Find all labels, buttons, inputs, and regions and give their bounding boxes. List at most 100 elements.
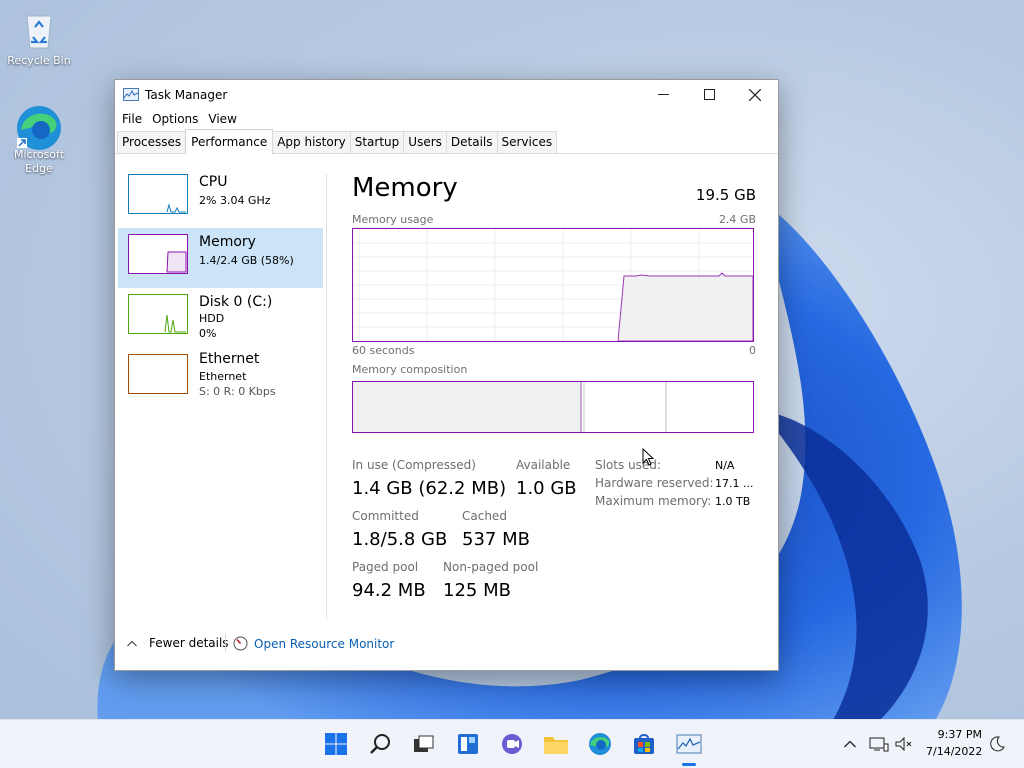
ethernet-title: Ethernet	[199, 351, 260, 367]
memory-composition-bar	[352, 381, 754, 433]
clock-date[interactable]: 7/14/2022	[926, 745, 982, 758]
window-title: Task Manager	[145, 87, 228, 102]
ethernet-name: Ethernet	[199, 370, 247, 383]
ethernet-thumbnail-graph	[128, 354, 188, 394]
tab-processes[interactable]: Processes	[117, 131, 187, 153]
task-manager-window: Task Manager File Options View Processes…	[114, 79, 779, 671]
microsoft-edge-shortcut[interactable]: Microsoft Edge	[4, 104, 74, 176]
chat-button[interactable]	[498, 730, 526, 758]
task-manager-icon	[123, 88, 139, 101]
file-explorer-button[interactable]	[542, 730, 570, 758]
page-title: Memory	[352, 173, 458, 203]
sidebar-item-memory[interactable]: Memory 1.4/2.4 GB (58%)	[118, 228, 323, 288]
axis-right-label: 0	[749, 344, 756, 357]
active-app-indicator	[682, 763, 696, 766]
folder-icon	[544, 737, 568, 754]
start-button[interactable]	[322, 730, 350, 758]
sidebar-item-ethernet[interactable]: Ethernet Ethernet S: 0 R: 0 Kbps	[118, 348, 323, 408]
chevron-up-icon	[844, 740, 856, 748]
sidebar-item-cpu[interactable]: CPU 2% 3.04 GHz	[118, 168, 323, 228]
taskbar: 9:37 PM 7/14/2022	[0, 719, 1024, 768]
memory-total: 19.5 GB	[695, 186, 756, 204]
tab-bar: Processes Performance App history Startu…	[115, 129, 778, 154]
maximize-icon	[703, 89, 715, 100]
recycle-bin-image	[19, 10, 59, 50]
slots-value: N/A	[715, 459, 735, 472]
task-view-icon	[414, 735, 434, 752]
chevron-up-icon	[127, 640, 137, 646]
recycle-bin-label: Recycle Bin	[7, 54, 71, 67]
ethernet-throughput: S: 0 R: 0 Kbps	[199, 385, 276, 398]
cpu-thumbnail-graph	[128, 174, 188, 214]
menu-file[interactable]: File	[121, 112, 148, 126]
task-view-button[interactable]	[410, 730, 438, 758]
task-manager-taskbar-button[interactable]	[674, 730, 704, 758]
sidebar-item-disk[interactable]: Disk 0 (C:) HDD 0%	[118, 288, 323, 348]
axis-left-label: 60 seconds	[352, 344, 415, 357]
maximum-memory-label: Maximum memory:	[595, 494, 712, 508]
widgets-button[interactable]	[454, 730, 482, 758]
window-footer: Fewer details Open Resource Monitor	[115, 620, 778, 670]
memory-usage: 1.4/2.4 GB (58%)	[199, 254, 294, 267]
tab-users[interactable]: Users	[403, 131, 447, 153]
teams-chat-icon	[502, 734, 522, 754]
task-manager-icon	[676, 734, 702, 754]
edge-icon	[17, 104, 61, 150]
widgets-icon	[458, 734, 478, 754]
maximize-button[interactable]	[686, 80, 732, 109]
recycle-bin-icon[interactable]: Recycle Bin	[4, 10, 74, 68]
hardware-reserved-value: 17.1 ...	[715, 477, 754, 490]
moon-icon	[990, 736, 1005, 752]
menu-bar: File Options View	[115, 109, 778, 129]
fewer-details-button[interactable]: Fewer details	[127, 636, 229, 650]
open-resource-monitor-link[interactable]: Open Resource Monitor	[233, 636, 394, 651]
clock-time[interactable]: 9:37 PM	[926, 728, 982, 741]
close-icon	[749, 88, 761, 101]
tab-details[interactable]: Details	[445, 131, 498, 153]
volume-button[interactable]	[892, 730, 916, 758]
mouse-cursor-icon	[642, 448, 654, 466]
search-icon	[370, 734, 390, 754]
store-icon	[634, 734, 654, 754]
panel-divider	[326, 174, 327, 619]
cpu-usage: 2% 3.04 GHz	[199, 194, 271, 207]
performance-content: CPU 2% 3.04 GHz Memory 1.4/2.4 GB (58%) …	[115, 154, 778, 620]
edge-taskbar-button[interactable]	[586, 730, 614, 758]
in-use-label: In use (Compressed)	[352, 458, 476, 472]
windows-icon	[325, 733, 347, 755]
tab-services[interactable]: Services	[496, 131, 558, 153]
speaker-muted-icon	[895, 736, 912, 752]
footer-separator	[225, 634, 226, 652]
minimize-button[interactable]	[640, 80, 686, 109]
store-button[interactable]	[630, 730, 658, 758]
search-button[interactable]	[366, 730, 394, 758]
show-hidden-icons-button[interactable]	[838, 730, 862, 758]
paged-pool-label: Paged pool	[352, 560, 419, 574]
cpu-title: CPU	[199, 174, 228, 190]
network-icon	[869, 737, 889, 752]
network-status-button[interactable]	[866, 730, 892, 758]
available-value: 1.0 GB	[516, 478, 577, 499]
disk-type: HDD	[199, 312, 225, 325]
memory-usage-max: 2.4 GB	[718, 213, 756, 226]
tab-performance[interactable]: Performance	[185, 129, 274, 154]
fewer-details-label: Fewer details	[149, 636, 229, 650]
memory-usage-graph	[352, 228, 754, 342]
resource-monitor-icon	[233, 636, 248, 651]
paged-pool-value: 94.2 MB	[352, 580, 426, 601]
close-button[interactable]	[732, 80, 778, 109]
nonpaged-pool-label: Non-paged pool	[443, 560, 539, 574]
focus-assist-button[interactable]	[986, 730, 1008, 758]
nonpaged-pool-value: 125 MB	[443, 580, 511, 601]
menu-view[interactable]: View	[207, 112, 242, 126]
edge-label: Microsoft Edge	[13, 148, 65, 175]
title-bar[interactable]: Task Manager	[115, 80, 778, 109]
tab-startup[interactable]: Startup	[349, 131, 405, 153]
minimize-icon	[657, 94, 669, 95]
cached-label: Cached	[462, 509, 507, 523]
menu-options[interactable]: Options	[151, 112, 204, 126]
available-label: Available	[516, 458, 571, 472]
committed-value: 1.8/5.8 GB	[352, 529, 448, 550]
tab-app-history[interactable]: App history	[272, 131, 351, 153]
memory-thumbnail-graph	[128, 234, 188, 274]
